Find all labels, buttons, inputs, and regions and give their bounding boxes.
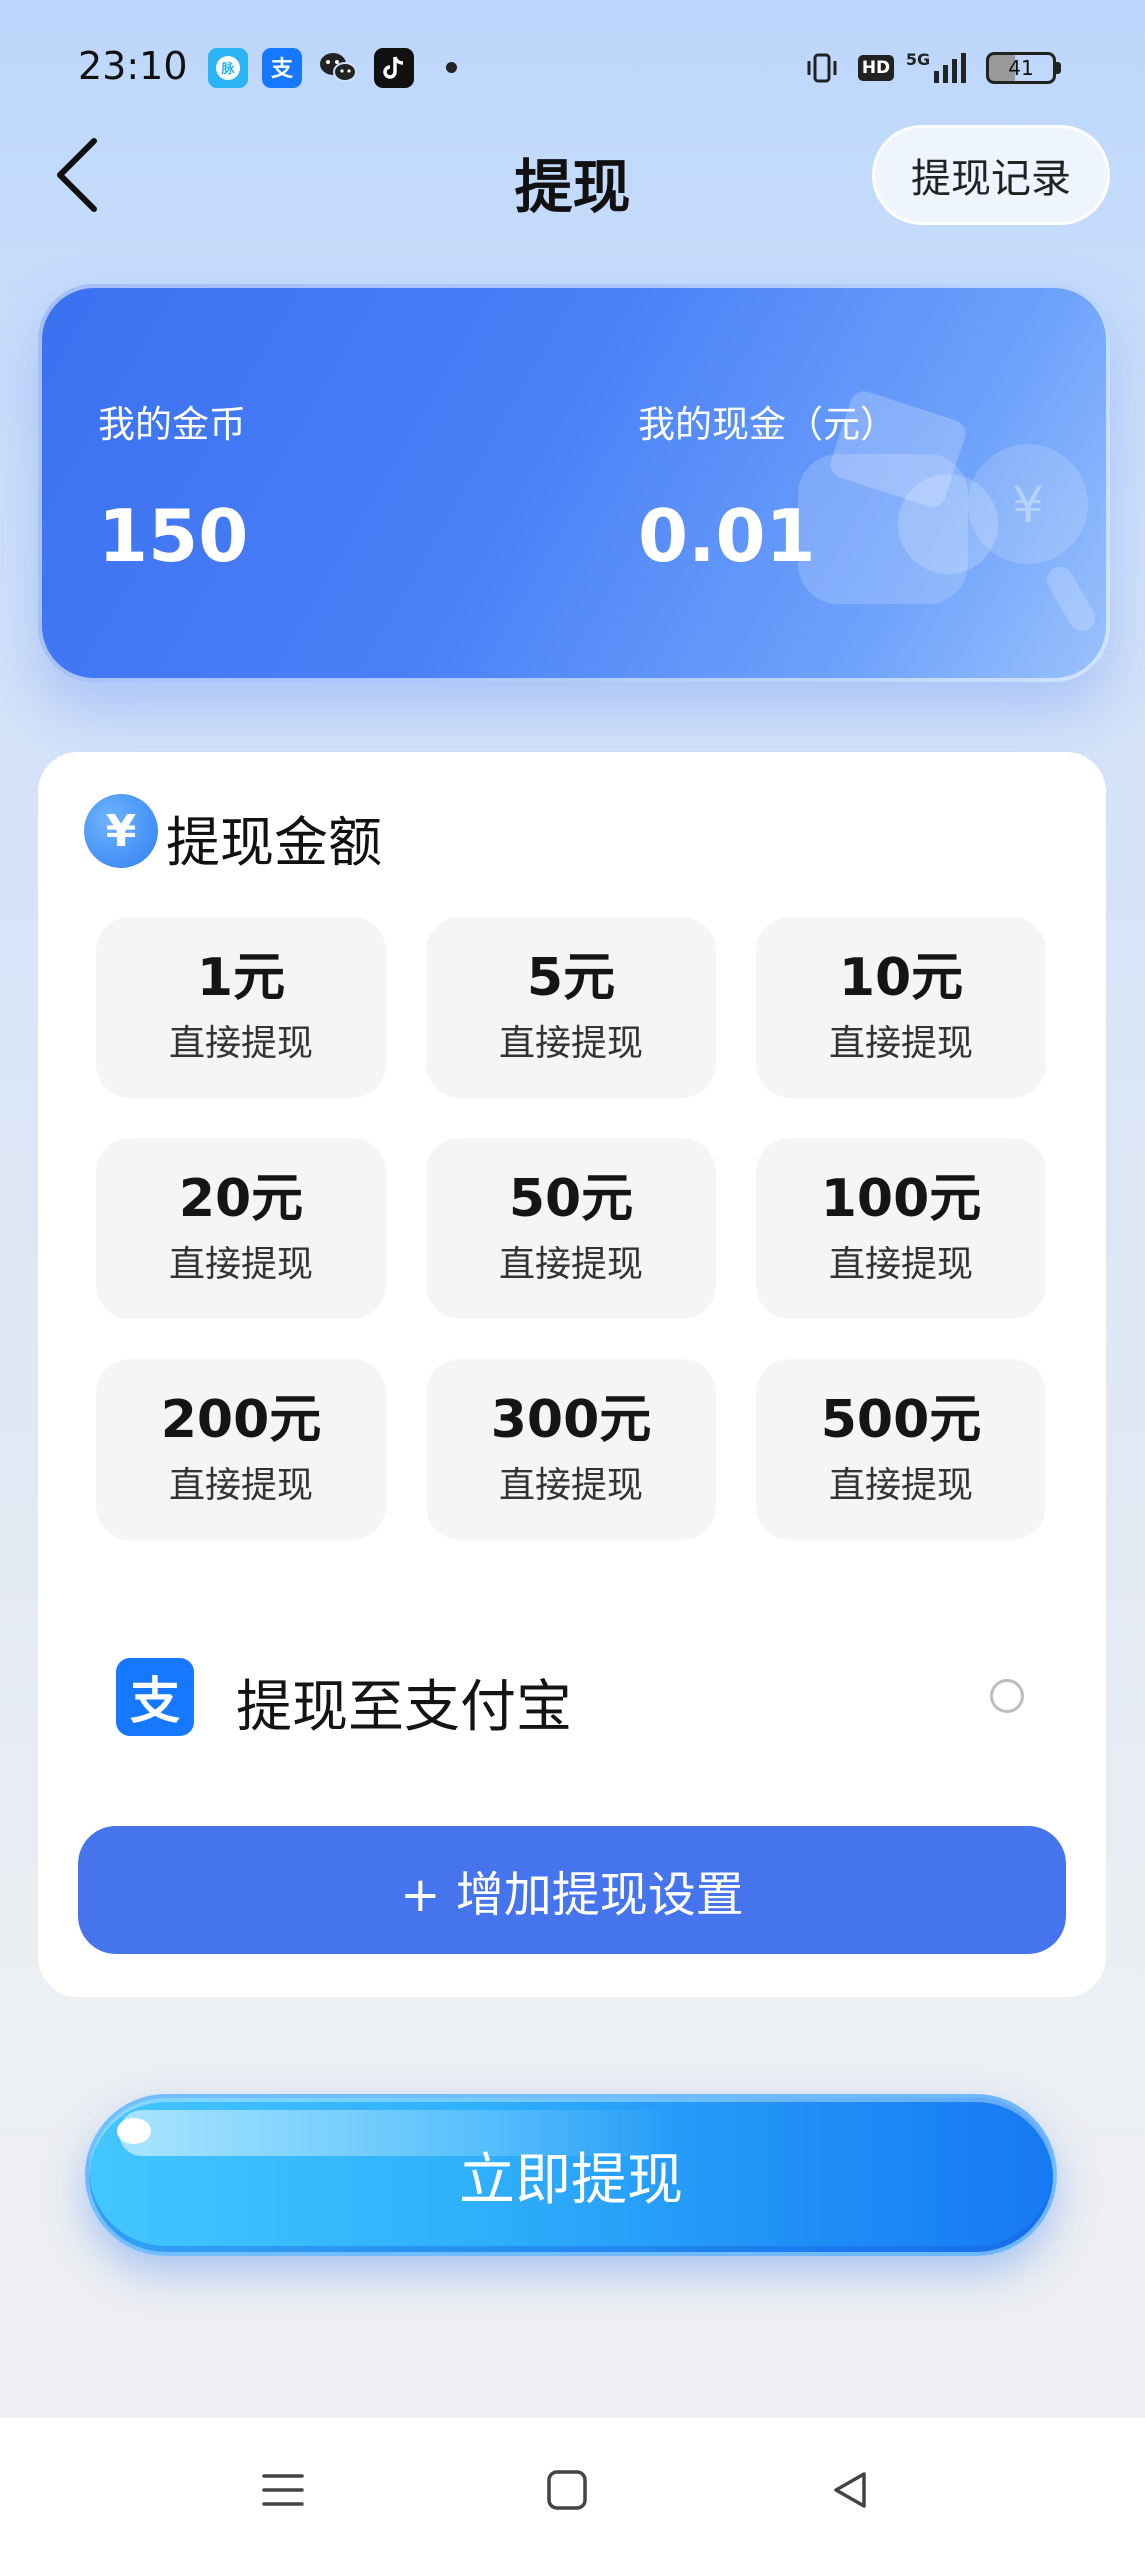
withdraw-now-button[interactable]: 立即提现: [85, 2094, 1057, 2256]
battery-icon: 41: [986, 52, 1056, 84]
amount-option-500[interactable]: 500元 直接提现: [756, 1359, 1046, 1540]
withdraw-amount-panel: ¥ 提现金额 1元 直接提现 5元 直接提现 10元 直接提现 20元 直接提现…: [38, 752, 1106, 1997]
amount-note: 直接提现: [168, 1465, 313, 1507]
amount-option-50[interactable]: 50元 直接提现: [426, 1138, 716, 1319]
coins-label: 我的金币: [98, 403, 246, 446]
notification-dot-icon: [446, 62, 457, 73]
withdraw-record-button[interactable]: 提现记录: [872, 125, 1110, 225]
battery-level: 41: [1008, 56, 1034, 80]
button-gloss-dot: [117, 2118, 151, 2144]
amount-note: 直接提现: [168, 1023, 313, 1065]
amount-value: 1元: [196, 947, 286, 1008]
amount-option-300[interactable]: 300元 直接提现: [426, 1359, 716, 1540]
alipay-logo-icon: 支: [116, 1658, 194, 1736]
network-label: 5G: [905, 50, 931, 69]
cash-value: 0.01: [638, 494, 816, 578]
signal-icon: 5G: [904, 50, 970, 86]
alipay-icon: 支: [262, 48, 302, 88]
yen-icon: ¥: [84, 794, 158, 868]
amount-option-5[interactable]: 5元 直接提现: [426, 917, 716, 1098]
wechat-icon: [318, 48, 358, 88]
amount-note: 直接提现: [828, 1023, 973, 1065]
amount-option-1[interactable]: 1元 直接提现: [96, 917, 386, 1098]
amount-value: 10元: [838, 947, 964, 1008]
home-nav-button[interactable]: [537, 2460, 597, 2520]
home-square-icon: [547, 2470, 587, 2510]
hd-label: HD: [857, 55, 895, 81]
amount-value: 200元: [160, 1389, 322, 1450]
hd-icon: HD: [856, 50, 896, 86]
maimai-icon: 脉: [208, 48, 248, 88]
amount-note: 直接提现: [168, 1244, 313, 1286]
back-triangle-icon: [834, 2472, 866, 2508]
system-nav-bar: [0, 2418, 1145, 2560]
alipay-radio[interactable]: [990, 1679, 1024, 1713]
amount-note: 直接提现: [498, 1465, 643, 1507]
svg-text:¥: ¥: [1012, 476, 1044, 534]
amount-option-200[interactable]: 200元 直接提现: [96, 1359, 386, 1540]
amount-option-10[interactable]: 10元 直接提现: [756, 917, 1046, 1098]
svg-text:支: 支: [271, 57, 294, 82]
menu-nav-button[interactable]: [253, 2460, 313, 2520]
coins-value: 150: [98, 494, 249, 578]
back-nav-button[interactable]: [820, 2460, 880, 2520]
cash-label: 我的现金（元）: [638, 403, 897, 446]
amount-option-100[interactable]: 100元 直接提现: [756, 1138, 1046, 1319]
amount-value: 5元: [526, 947, 616, 1008]
withdraw-now-label: 立即提现: [459, 2147, 683, 2213]
amount-value: 50元: [508, 1168, 634, 1229]
amount-note: 直接提现: [828, 1244, 973, 1286]
alipay-option-label[interactable]: 提现至支付宝: [236, 1662, 572, 1743]
svg-text:脉: 脉: [220, 61, 235, 77]
amount-option-20[interactable]: 20元 直接提现: [96, 1138, 386, 1319]
amount-value: 500元: [820, 1389, 982, 1450]
status-time: 23:10: [78, 44, 188, 88]
amount-note: 直接提现: [498, 1023, 643, 1065]
amount-value: 20元: [178, 1168, 304, 1229]
balance-card: ¥ 我的金币 150 我的现金（元） 0.01: [38, 284, 1110, 682]
vibrate-icon: [804, 50, 840, 86]
add-withdraw-setting-button[interactable]: + 增加提现设置: [78, 1826, 1066, 1954]
amount-options-grid: 1元 直接提现 5元 直接提现 10元 直接提现 20元 直接提现 50元 直接…: [96, 917, 1046, 1540]
menu-icon: [262, 2474, 304, 2506]
amount-value: 100元: [820, 1168, 982, 1229]
amount-value: 300元: [490, 1389, 652, 1450]
tiktok-icon: [374, 48, 414, 88]
amount-note: 直接提现: [828, 1465, 973, 1507]
amount-section-title: 提现金额: [166, 811, 382, 874]
battery-tip: [1056, 62, 1061, 74]
alipay-logo-glyph: 支: [130, 1672, 180, 1730]
amount-note: 直接提现: [498, 1244, 643, 1286]
